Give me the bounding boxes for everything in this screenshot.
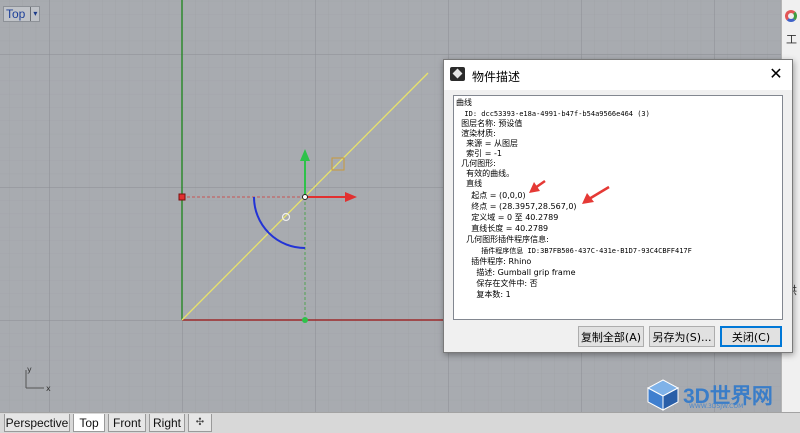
annotation-arrows	[529, 179, 610, 204]
save-as-button[interactable]: 另存为(S)...	[649, 326, 715, 347]
add-tab-icon: ✣	[195, 417, 205, 428]
annotation-arrowhead-start	[529, 182, 540, 193]
viewport-title: Top	[6, 7, 26, 21]
copy-all-button[interactable]: 复制全部(A)	[578, 326, 644, 347]
close-button[interactable]: 关闭(C)	[720, 326, 782, 347]
color-wheel-icon[interactable]	[785, 10, 797, 22]
viewport-title-tab[interactable]: Top ▾	[3, 6, 41, 22]
gumball-y-endpoint[interactable]	[302, 317, 308, 323]
axis-icon-y-label: y	[27, 365, 32, 374]
tab-perspective[interactable]: Perspective	[4, 414, 70, 432]
tab-right[interactable]: Right	[149, 414, 185, 432]
axis-icon-x-label: x	[46, 384, 51, 393]
rhino-app-icon	[450, 67, 465, 81]
tab-top[interactable]: Top	[73, 414, 105, 432]
gumball-x-scale-box[interactable]	[178, 193, 186, 201]
object-description-text-area[interactable]: 曲线 ID: dcc53393-e18a-4991-b47f-b54a9566e…	[453, 95, 783, 320]
panel-tab-glyph-top[interactable]: 工	[786, 31, 797, 47]
viewport-menu-caret-icon[interactable]: ▾	[30, 7, 37, 21]
dialog-close-icon[interactable]: ✕	[766, 64, 786, 84]
viewport-tabs-bar: Perspective Top Front Right ✣	[0, 412, 800, 433]
dialog-titlebar[interactable]: 物件描述 ✕	[444, 60, 792, 90]
add-viewport-tab-button[interactable]: ✣	[188, 414, 212, 432]
annotation-arrow-end	[588, 185, 610, 201]
tab-front[interactable]: Front	[108, 414, 146, 432]
site-watermark: 3D世界网 WWW.3DSJW.COM	[645, 378, 795, 412]
gumball-center-handle[interactable]	[302, 194, 308, 200]
cube-logo-icon	[646, 379, 680, 411]
object-properties-dialog: 物件描述 ✕ 曲线 ID: dcc53393-e18a-4991-b47f-b5…	[443, 59, 793, 353]
dialog-title: 物件描述	[472, 70, 521, 84]
watermark-url: WWW.3DSJW.COM	[689, 403, 744, 410]
